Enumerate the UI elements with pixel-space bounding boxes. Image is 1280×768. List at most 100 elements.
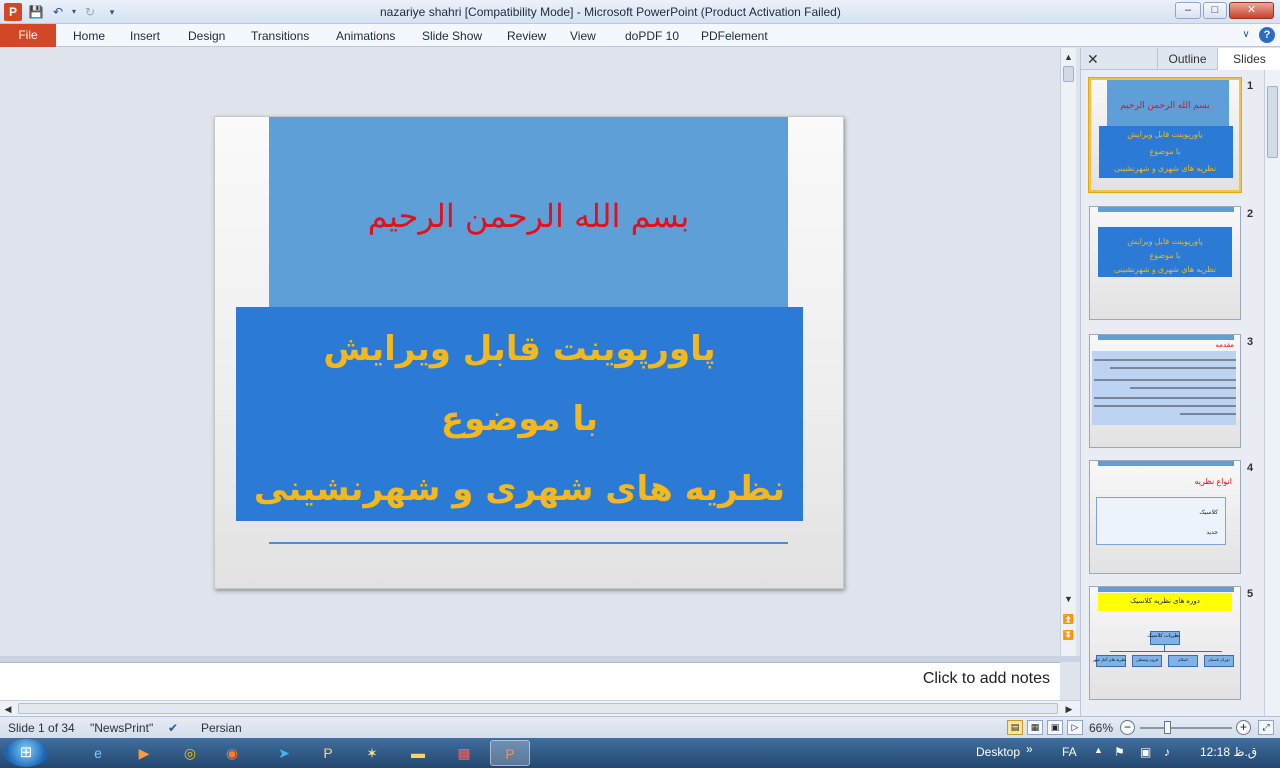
slide-thumbnail-3[interactable]: مقدمه <box>1089 334 1241 448</box>
window-title: nazariye shahri [Compatibility Mode] - M… <box>380 5 841 19</box>
thumb-top-bar <box>1098 335 1234 340</box>
scroll-up-icon[interactable]: ▲ <box>1061 50 1076 64</box>
paint-icon[interactable]: ✶ <box>352 740 392 766</box>
tab-animations[interactable]: Animations <box>336 29 395 43</box>
slide-thumbnail-4[interactable]: انواع نظریه کلاسیک جدید <box>1089 460 1241 574</box>
internet-explorer-icon[interactable]: e <box>78 740 118 766</box>
zoom-out-icon[interactable]: − <box>1120 720 1135 735</box>
slide-line-3[interactable]: نظریه های شهری و شهرنشینی <box>236 469 803 509</box>
current-slide[interactable]: بسم الله الرحمن الرحیم پاورپوینت قابل وی… <box>214 116 844 589</box>
start-button-icon[interactable]: ⊞ <box>4 739 48 767</box>
show-hidden-icons-icon[interactable]: ▲ <box>1094 745 1103 755</box>
thumb-text-line <box>1094 379 1236 381</box>
notes-placeholder[interactable]: Click to add notes <box>923 670 1050 688</box>
spelling-check-icon[interactable]: ✔ <box>168 721 178 735</box>
tab-slides[interactable]: Slides <box>1217 48 1280 70</box>
slide-thumbnail-2[interactable]: پاورپوینت قابل ویرایش با موضوع نظریه های… <box>1089 206 1241 320</box>
notes-pane[interactable]: Click to add notes <box>0 662 1060 700</box>
editor-vertical-scrollbar[interactable]: ▲ ▼ ⏫ ⏬ <box>1060 48 1076 656</box>
tab-design[interactable]: Design <box>188 29 225 43</box>
tab-review[interactable]: Review <box>507 29 546 43</box>
zoom-slider[interactable] <box>1140 727 1232 729</box>
scroll-thumb[interactable] <box>1063 66 1074 82</box>
tab-file[interactable]: File <box>0 24 56 47</box>
tab-home[interactable]: Home <box>73 29 105 43</box>
powerpoint-viewer-icon[interactable]: P <box>308 740 348 766</box>
thumb-line: پاورپوینت قابل ویرایش <box>1127 237 1203 246</box>
network-icon[interactable]: ▣ <box>1140 745 1151 759</box>
slide-show-icon[interactable]: ▷ <box>1067 720 1083 735</box>
slide-number: 4 <box>1247 462 1254 474</box>
pane-vertical-scrollbar[interactable] <box>1264 70 1280 716</box>
next-slide-icon[interactable]: ⏬ <box>1061 628 1076 642</box>
scroll-left-icon[interactable]: ◀ <box>1 702 15 716</box>
redo-icon[interactable]: ↻ <box>82 4 98 20</box>
language-indicator[interactable]: Persian <box>201 721 242 735</box>
thumb-line: پاورپوینت قابل ویرایش <box>1127 130 1203 139</box>
thumb-diagram-label: قرون وسطی <box>1136 657 1158 662</box>
thumb-title: بسم الله الرحمن الرحیم <box>1120 100 1210 110</box>
tab-transitions[interactable]: Transitions <box>251 29 309 43</box>
scroll-down-icon[interactable]: ▼ <box>1061 592 1076 606</box>
horizontal-scrollbar[interactable]: ◀ ▶ <box>0 700 1080 716</box>
normal-view-icon[interactable]: ▤ <box>1007 720 1023 735</box>
slide-number: 2 <box>1247 208 1254 220</box>
customize-toolbar-icon[interactable]: ▾ <box>104 4 120 20</box>
fit-to-window-icon[interactable]: ⤢ <box>1258 720 1274 735</box>
powerpoint-task-icon[interactable]: P <box>490 740 530 766</box>
chrome-icon[interactable]: ◎ <box>170 740 210 766</box>
slide-line-2[interactable]: با موضوع <box>236 399 803 439</box>
tab-insert[interactable]: Insert <box>130 29 160 43</box>
maximize-button[interactable]: □ <box>1203 2 1227 19</box>
scroll-right-icon[interactable]: ▶ <box>1062 702 1076 716</box>
tab-pdfelement[interactable]: PDFelement <box>701 29 768 43</box>
reading-view-icon[interactable]: ▣ <box>1047 720 1063 735</box>
slide-thumbnail-list: 1 بسم الله الرحمن الرحیم پاورپوینت قابل … <box>1081 70 1265 716</box>
minimize-ribbon-icon[interactable]: ∨ <box>1238 27 1254 43</box>
telegram-icon[interactable]: ➤ <box>264 740 304 766</box>
tab-slide-show[interactable]: Slide Show <box>422 29 482 43</box>
toolbar-chevron-icon[interactable]: » <box>1026 742 1033 756</box>
pane-scroll-thumb[interactable] <box>1267 86 1278 158</box>
save-icon[interactable]: 💾 <box>28 4 44 20</box>
zoom-in-icon[interactable]: + <box>1236 720 1251 735</box>
title-bar: P 💾 ↶ ▾ ↻ ▾ nazariye shahri [Compatibili… <box>0 0 1280 24</box>
horizontal-scroll-thumb[interactable] <box>18 703 1058 714</box>
ribbon-tabs: File Home Insert Design Transitions Anim… <box>0 24 1280 47</box>
undo-dropdown-icon[interactable]: ▾ <box>66 4 82 20</box>
language-bar[interactable]: FA <box>1062 745 1077 759</box>
slide-thumbnail-1[interactable]: بسم الله الرحمن الرحیم پاورپوینت قابل وی… <box>1089 78 1241 192</box>
slide-title-text[interactable]: بسم الله الرحمن الرحیم <box>269 197 788 235</box>
tab-outline[interactable]: Outline <box>1157 48 1217 70</box>
zoom-level[interactable]: 66% <box>1089 721 1113 735</box>
theme-name[interactable]: "NewsPrint" <box>90 721 153 735</box>
thumb-text-line <box>1130 387 1236 389</box>
previous-slide-icon[interactable]: ⏫ <box>1061 612 1076 626</box>
zoom-slider-knob[interactable] <box>1164 721 1171 734</box>
powerpoint-app-icon[interactable]: P <box>4 3 22 21</box>
slide-number: 1 <box>1247 80 1254 92</box>
file-explorer-icon[interactable]: ▬ <box>398 740 438 766</box>
media-player-icon[interactable]: ▶ <box>124 740 164 766</box>
slide-sorter-icon[interactable]: ▦ <box>1027 720 1043 735</box>
help-icon[interactable]: ? <box>1259 27 1275 43</box>
minimize-button[interactable]: – <box>1175 2 1201 19</box>
thumb-text-line <box>1180 413 1236 415</box>
thumb-line: با موضوع <box>1149 251 1181 260</box>
desktop-toolbar[interactable]: Desktop <box>976 745 1020 759</box>
slide-thumbnail-5[interactable]: دوره های نظریه کلاسیک نظریات کلاسیک دورا… <box>1089 586 1241 700</box>
tab-view[interactable]: View <box>570 29 596 43</box>
thumb-title: انواع نظریه <box>1194 477 1232 486</box>
close-pane-icon[interactable]: ✕ <box>1087 51 1099 68</box>
slide-line-1[interactable]: پاورپوینت قابل ویرایش <box>236 329 803 369</box>
undo-icon[interactable]: ↶ <box>50 4 66 20</box>
slide-number: 5 <box>1247 588 1254 600</box>
clock[interactable]: 12:18 ق.ظ <box>1200 745 1257 759</box>
slide-editing-area[interactable]: بسم الله الرحمن الرحیم پاورپوینت قابل وی… <box>0 48 1060 656</box>
close-button[interactable]: ✕ <box>1229 2 1274 19</box>
firefox-icon[interactable]: ◉ <box>212 740 252 766</box>
action-center-flag-icon[interactable]: ⚑ <box>1114 745 1125 759</box>
volume-icon[interactable]: ♪ <box>1164 745 1170 759</box>
winrar-icon[interactable]: ▩ <box>444 740 484 766</box>
tab-dopdf[interactable]: doPDF 10 <box>625 29 679 43</box>
